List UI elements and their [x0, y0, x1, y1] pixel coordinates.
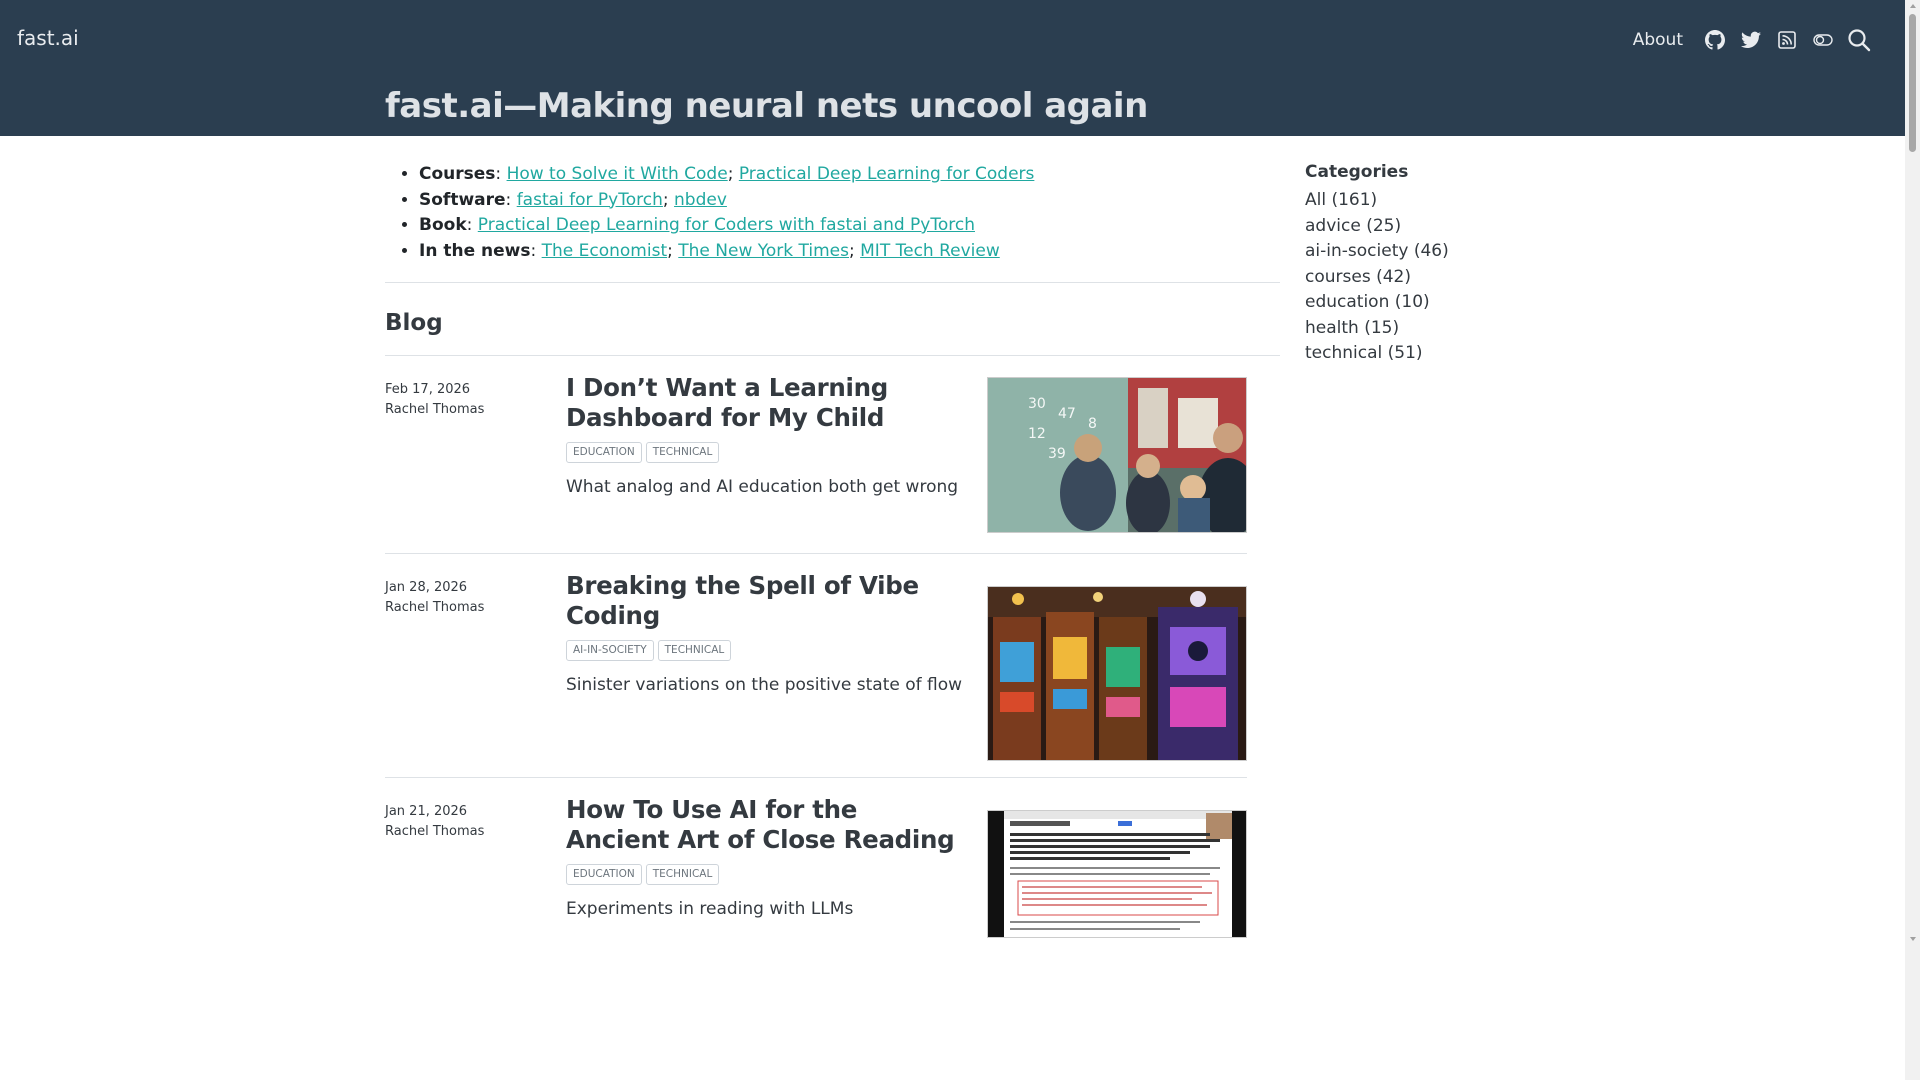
post-date: Feb 17, 2026 [385, 382, 471, 397]
divider [385, 282, 1280, 283]
post-tags: AI-IN-SOCIETY TECHNICAL [566, 640, 966, 661]
news-link[interactable]: The Economist [542, 241, 668, 261]
intro-links-list: Courses: How to Solve it With Code; Prac… [385, 162, 1280, 264]
book-link[interactable]: Practical Deep Learning for Coders with … [478, 215, 975, 235]
svg-text:8: 8 [1088, 416, 1097, 432]
category-item-technical[interactable]: technical (51) [1305, 341, 1449, 367]
post-title[interactable]: I Don’t Want a Learning Dashboard for My… [566, 373, 966, 433]
post-date: Jan 21, 2026 [385, 804, 468, 819]
post-body: How To Use AI for the Ancient Art of Clo… [566, 795, 966, 919]
rss-icon[interactable] [1769, 26, 1805, 54]
categories-sidebar: Categories All (161) advice (25) ai-in-s… [1305, 162, 1449, 367]
post-description: Sinister variations on the positive stat… [566, 675, 963, 695]
category-item-courses[interactable]: courses (42) [1305, 265, 1449, 291]
category-item-all[interactable]: All (161) [1305, 188, 1449, 214]
post-author: Rachel Thomas [385, 402, 485, 417]
search-icon[interactable] [1841, 26, 1877, 54]
news-link[interactable]: The New York Times [678, 241, 849, 261]
post-card[interactable]: Jan 21, 2026 Rachel Thomas How To Use AI… [385, 778, 1247, 948]
tag-badge[interactable]: TECHNICAL [657, 640, 732, 661]
course-link[interactable]: How to Solve it With Code [507, 164, 728, 184]
category-item-ai-in-society[interactable]: ai-in-society (46) [1305, 239, 1449, 265]
post-title[interactable]: How To Use AI for the Ancient Art of Clo… [566, 795, 966, 855]
page-scrollbar[interactable] [1905, 0, 1920, 1080]
list-item: Book: Practical Deep Learning for Coders… [419, 213, 1280, 239]
post-body: I Don’t Want a Learning Dashboard for My… [566, 373, 966, 497]
svg-text:12: 12 [1028, 426, 1046, 442]
post-meta: Jan 28, 2026 Rachel Thomas [385, 578, 484, 618]
banner-title: fast.ai—Making neural nets uncool again [385, 86, 1148, 126]
category-item-health[interactable]: health (15) [1305, 316, 1449, 342]
post-card[interactable]: Jan 28, 2026 Rachel Thomas Breaking the … [385, 554, 1247, 778]
brand-logo[interactable]: fast.ai [17, 26, 79, 50]
svg-text:30: 30 [1028, 396, 1046, 412]
post-tags: EDUCATION TECHNICAL [566, 864, 966, 885]
list-item: Software: fastai for PyTorch; nbdev [419, 188, 1280, 214]
post-thumbnail[interactable] [987, 586, 1247, 761]
svg-text:47: 47 [1058, 406, 1076, 422]
post-tags: EDUCATION TECHNICAL [566, 442, 966, 463]
post-author: Rachel Thomas [385, 600, 485, 615]
course-link[interactable]: Practical Deep Learning for Coders [739, 164, 1035, 184]
tag-badge[interactable]: TECHNICAL [645, 442, 720, 463]
post-author: Rachel Thomas [385, 824, 485, 839]
software-link[interactable]: nbdev [674, 190, 727, 210]
post-thumbnail[interactable] [987, 810, 1247, 938]
category-item-advice[interactable]: advice (25) [1305, 214, 1449, 240]
svg-text:39: 39 [1048, 446, 1066, 462]
tag-badge[interactable]: AI-IN-SOCIETY [566, 640, 654, 661]
nav-right: About [1633, 26, 1877, 54]
post-date: Jan 28, 2026 [385, 580, 468, 595]
news-label: In the news [419, 240, 531, 261]
tag-badge[interactable]: EDUCATION [566, 442, 642, 463]
scrollbar-thumb[interactable] [1909, 14, 1916, 152]
post-meta: Feb 17, 2026 Rachel Thomas [385, 380, 484, 420]
post-description: What analog and AI education both get wr… [566, 477, 959, 497]
toggle-icon[interactable] [1805, 26, 1841, 54]
post-description: Experiments in reading with LLMs [566, 899, 854, 919]
post-meta: Jan 21, 2026 Rachel Thomas [385, 802, 484, 842]
tag-badge[interactable]: EDUCATION [566, 864, 642, 885]
sidebar-title: Categories [1305, 162, 1409, 182]
list-item: Courses: How to Solve it With Code; Prac… [419, 162, 1280, 188]
software-label: Software [419, 189, 506, 210]
tag-badge[interactable]: TECHNICAL [645, 864, 720, 885]
post-body: Breaking the Spell of Vibe Coding AI-IN-… [566, 571, 966, 695]
main-content: Courses: How to Solve it With Code; Prac… [385, 162, 1280, 948]
book-label: Book [419, 215, 467, 235]
list-item: In the news: The Economist; The New York… [419, 239, 1280, 265]
nav-about-link[interactable]: About [1633, 30, 1683, 50]
post-thumbnail[interactable]: 30478 123921 [987, 377, 1247, 533]
blog-heading: Blog [385, 310, 443, 336]
category-item-education[interactable]: education (10) [1305, 290, 1449, 316]
scroll-down-arrow-icon[interactable] [1910, 937, 1916, 941]
twitter-icon[interactable] [1733, 26, 1769, 54]
github-icon[interactable] [1697, 26, 1733, 54]
courses-label: Courses [419, 164, 496, 184]
post-card[interactable]: Feb 17, 2026 Rachel Thomas I Don’t Want … [385, 356, 1247, 554]
post-title[interactable]: Breaking the Spell of Vibe Coding [566, 571, 966, 631]
news-link[interactable]: MIT Tech Review [860, 241, 1000, 261]
navbar: fast.ai About fast.ai—Making neural nets… [0, 0, 1905, 136]
software-link[interactable]: fastai for PyTorch [517, 190, 663, 210]
scroll-up-arrow-icon[interactable] [1910, 4, 1916, 8]
